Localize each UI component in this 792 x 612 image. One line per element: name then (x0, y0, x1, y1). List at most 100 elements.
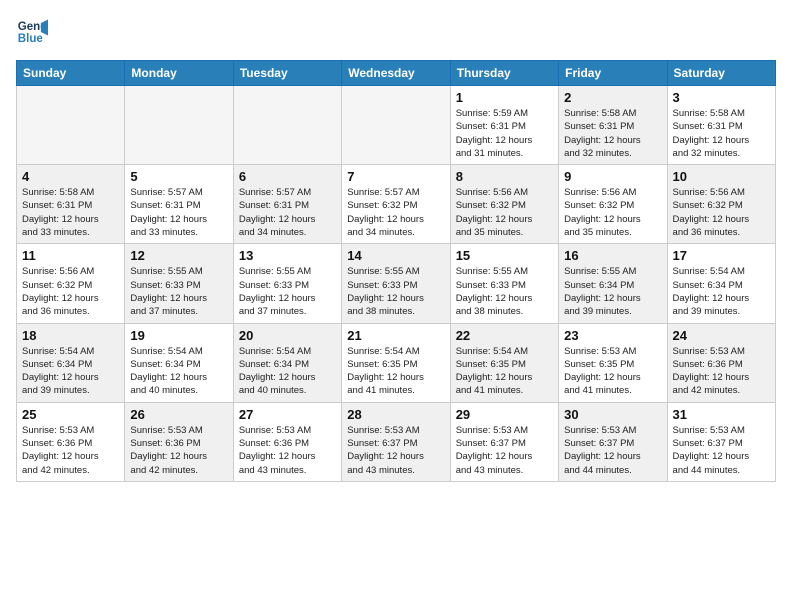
day-info: Sunrise: 5:57 AMSunset: 6:31 PMDaylight:… (130, 186, 227, 239)
day-info: Sunrise: 5:57 AMSunset: 6:31 PMDaylight:… (239, 186, 336, 239)
day-number: 3 (673, 90, 770, 105)
calendar-cell: 13Sunrise: 5:55 AMSunset: 6:33 PMDayligh… (233, 244, 341, 323)
calendar-cell: 31Sunrise: 5:53 AMSunset: 6:37 PMDayligh… (667, 402, 775, 481)
weekday-header: Monday (125, 61, 233, 86)
calendar-body: 1 Sunrise: 5:59 AMSunset: 6:31 PMDaylight… (17, 86, 776, 482)
day-info: Sunrise: 5:54 AMSunset: 6:34 PMDaylight:… (22, 345, 119, 398)
calendar-cell: 20Sunrise: 5:54 AMSunset: 6:34 PMDayligh… (233, 323, 341, 402)
day-number: 6 (239, 169, 336, 184)
logo: General Blue (16, 16, 48, 48)
day-number: 5 (130, 169, 227, 184)
calendar-week-row: 25 Sunrise: 5:53 AMSunset: 6:36 PMDayligh… (17, 402, 776, 481)
day-info: Sunrise: 5:54 AMSunset: 6:34 PMDaylight:… (239, 345, 336, 398)
weekday-header: Wednesday (342, 61, 450, 86)
day-number: 7 (347, 169, 444, 184)
day-number: 9 (564, 169, 661, 184)
weekday-header: Friday (559, 61, 667, 86)
day-number: 16 (564, 248, 661, 263)
calendar-cell: 1 Sunrise: 5:59 AMSunset: 6:31 PMDaylight… (450, 86, 558, 165)
calendar-cell: 28 Sunrise: 5:53 AMSunset: 6:37 PMDayligh… (342, 402, 450, 481)
calendar-cell: 9 Sunrise: 5:56 AMSunset: 6:32 PMDaylight… (559, 165, 667, 244)
calendar-cell: 21Sunrise: 5:54 AMSunset: 6:35 PMDayligh… (342, 323, 450, 402)
day-info: Sunrise: 5:53 AMSunset: 6:36 PMDaylight:… (130, 424, 227, 477)
calendar-cell: 29 Sunrise: 5:53 AMSunset: 6:37 PMDayligh… (450, 402, 558, 481)
day-info: Sunrise: 5:54 AMSunset: 6:35 PMDaylight:… (456, 345, 553, 398)
calendar-table: SundayMondayTuesdayWednesdayThursdayFrid… (16, 60, 776, 482)
day-number: 25 (22, 407, 119, 422)
day-number: 27 (239, 407, 336, 422)
day-number: 30 (564, 407, 661, 422)
weekday-header: Sunday (17, 61, 125, 86)
calendar-week-row: 4 Sunrise: 5:58 AMSunset: 6:31 PMDaylight… (17, 165, 776, 244)
day-info: Sunrise: 5:53 AMSunset: 6:37 PMDaylight:… (564, 424, 661, 477)
day-info: Sunrise: 5:58 AMSunset: 6:31 PMDaylight:… (564, 107, 661, 160)
day-info: Sunrise: 5:55 AMSunset: 6:34 PMDaylight:… (564, 265, 661, 318)
weekday-header: Thursday (450, 61, 558, 86)
calendar-cell: 5 Sunrise: 5:57 AMSunset: 6:31 PMDaylight… (125, 165, 233, 244)
day-number: 8 (456, 169, 553, 184)
day-number: 14 (347, 248, 444, 263)
day-info: Sunrise: 5:56 AMSunset: 6:32 PMDaylight:… (22, 265, 119, 318)
day-number: 18 (22, 328, 119, 343)
calendar-cell: 18 Sunrise: 5:54 AMSunset: 6:34 PMDayligh… (17, 323, 125, 402)
day-number: 26 (130, 407, 227, 422)
day-number: 1 (456, 90, 553, 105)
day-number: 29 (456, 407, 553, 422)
calendar-cell: 4 Sunrise: 5:58 AMSunset: 6:31 PMDaylight… (17, 165, 125, 244)
calendar-cell: 2 Sunrise: 5:58 AMSunset: 6:31 PMDaylight… (559, 86, 667, 165)
day-info: Sunrise: 5:53 AMSunset: 6:37 PMDaylight:… (347, 424, 444, 477)
day-number: 24 (673, 328, 770, 343)
calendar-cell: 14 Sunrise: 5:55 AMSunset: 6:33 PMDayligh… (342, 244, 450, 323)
day-info: Sunrise: 5:55 AMSunset: 6:33 PMDaylight:… (347, 265, 444, 318)
day-info: Sunrise: 5:58 AMSunset: 6:31 PMDaylight:… (673, 107, 770, 160)
weekday-header: Saturday (667, 61, 775, 86)
day-number: 4 (22, 169, 119, 184)
day-number: 2 (564, 90, 661, 105)
calendar-cell: 26 Sunrise: 5:53 AMSunset: 6:36 PMDayligh… (125, 402, 233, 481)
calendar-cell: 23 Sunrise: 5:53 AMSunset: 6:35 PMDayligh… (559, 323, 667, 402)
calendar-week-row: 18 Sunrise: 5:54 AMSunset: 6:34 PMDayligh… (17, 323, 776, 402)
calendar-cell: 11 Sunrise: 5:56 AMSunset: 6:32 PMDayligh… (17, 244, 125, 323)
day-info: Sunrise: 5:59 AMSunset: 6:31 PMDaylight:… (456, 107, 553, 160)
day-info: Sunrise: 5:53 AMSunset: 6:35 PMDaylight:… (564, 345, 661, 398)
day-number: 10 (673, 169, 770, 184)
day-info: Sunrise: 5:53 AMSunset: 6:36 PMDaylight:… (239, 424, 336, 477)
day-number: 11 (22, 248, 119, 263)
header: General Blue (16, 16, 776, 48)
calendar-cell (125, 86, 233, 165)
calendar-week-row: 1 Sunrise: 5:59 AMSunset: 6:31 PMDaylight… (17, 86, 776, 165)
calendar-cell: 25Sunrise: 5:53 AMSunset: 6:36 PMDayligh… (17, 402, 125, 481)
day-info: Sunrise: 5:56 AMSunset: 6:32 PMDaylight:… (456, 186, 553, 239)
day-number: 15 (456, 248, 553, 263)
calendar-cell: 7 Sunrise: 5:57 AMSunset: 6:32 PMDaylight… (342, 165, 450, 244)
day-info: Sunrise: 5:58 AMSunset: 6:31 PMDaylight:… (22, 186, 119, 239)
day-info: Sunrise: 5:55 AMSunset: 6:33 PMDaylight:… (239, 265, 336, 318)
calendar-cell: 6 Sunrise: 5:57 AMSunset: 6:31 PMDaylight… (233, 165, 341, 244)
calendar-cell (233, 86, 341, 165)
calendar-cell: 16 Sunrise: 5:55 AMSunset: 6:34 PMDayligh… (559, 244, 667, 323)
day-number: 23 (564, 328, 661, 343)
calendar-cell: 15 Sunrise: 5:55 AMSunset: 6:33 PMDayligh… (450, 244, 558, 323)
calendar-cell: 3 Sunrise: 5:58 AMSunset: 6:31 PMDaylight… (667, 86, 775, 165)
day-number: 12 (130, 248, 227, 263)
day-info: Sunrise: 5:56 AMSunset: 6:32 PMDaylight:… (564, 186, 661, 239)
day-number: 17 (673, 248, 770, 263)
calendar-cell: 27 Sunrise: 5:53 AMSunset: 6:36 PMDayligh… (233, 402, 341, 481)
day-number: 28 (347, 407, 444, 422)
svg-text:Blue: Blue (18, 33, 44, 45)
calendar-cell: 17 Sunrise: 5:54 AMSunset: 6:34 PMDayligh… (667, 244, 775, 323)
day-info: Sunrise: 5:54 AMSunset: 6:34 PMDaylight:… (130, 345, 227, 398)
calendar-cell: 22Sunrise: 5:54 AMSunset: 6:35 PMDayligh… (450, 323, 558, 402)
day-info: Sunrise: 5:55 AMSunset: 6:33 PMDaylight:… (456, 265, 553, 318)
weekday-header: Tuesday (233, 61, 341, 86)
day-info: Sunrise: 5:54 AMSunset: 6:34 PMDaylight:… (673, 265, 770, 318)
day-info: Sunrise: 5:57 AMSunset: 6:32 PMDaylight:… (347, 186, 444, 239)
day-info: Sunrise: 5:53 AMSunset: 6:36 PMDaylight:… (673, 345, 770, 398)
calendar-cell: 19Sunrise: 5:54 AMSunset: 6:34 PMDayligh… (125, 323, 233, 402)
calendar-cell: 10Sunrise: 5:56 AMSunset: 6:32 PMDayligh… (667, 165, 775, 244)
calendar-cell (17, 86, 125, 165)
logo-icon: General Blue (16, 16, 48, 48)
day-info: Sunrise: 5:54 AMSunset: 6:35 PMDaylight:… (347, 345, 444, 398)
calendar-cell: 24 Sunrise: 5:53 AMSunset: 6:36 PMDayligh… (667, 323, 775, 402)
day-info: Sunrise: 5:53 AMSunset: 6:37 PMDaylight:… (456, 424, 553, 477)
